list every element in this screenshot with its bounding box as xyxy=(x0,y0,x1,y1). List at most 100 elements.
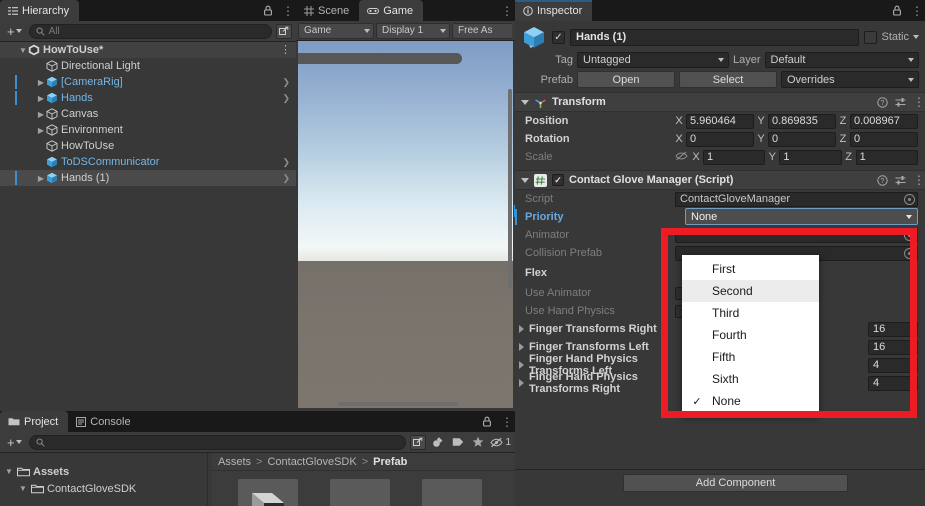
hierarchy-search-jump-button[interactable] xyxy=(276,23,292,39)
chevron-down-icon[interactable]: ▼ xyxy=(18,484,28,493)
kebab-menu-icon[interactable]: ⋮ xyxy=(282,5,294,17)
asset-thumbnail-cube[interactable] xyxy=(238,479,298,506)
project-folder-tree[interactable]: ▼ Assets ▼ ContactGloveSDK xyxy=(0,453,205,506)
priority-option-sixth[interactable]: Sixth xyxy=(682,368,819,390)
prefab-overrides-dropdown[interactable]: Overrides xyxy=(781,71,919,88)
tab-project[interactable]: Project xyxy=(0,411,69,432)
game-display-dropdown[interactable]: Display 1 xyxy=(376,22,450,39)
asset-grid[interactable] xyxy=(212,471,515,506)
transform-scale-x-input[interactable]: 1 xyxy=(703,149,766,165)
hierarchy-item-canvas[interactable]: ▶ Canvas xyxy=(0,106,296,122)
hierarchy-item-todscommunicator[interactable]: ToDSCommunicator ❯ xyxy=(0,154,296,170)
chevron-down-icon[interactable]: ▼ xyxy=(18,46,28,55)
game-aspect-dropdown[interactable]: Free As xyxy=(452,22,512,39)
hierarchy-item-environment[interactable]: ▶ Environment xyxy=(0,122,296,138)
priority-option-third[interactable]: Third xyxy=(682,302,819,324)
kebab-menu-icon[interactable]: ⋮ xyxy=(501,416,513,428)
hierarchy-tree[interactable]: ▼ HowToUse* ⋮ Directional Light ▶ [CameraRig]… xyxy=(0,42,296,411)
chevron-right-icon[interactable] xyxy=(519,325,524,333)
hierarchy-item-directional-light[interactable]: Directional Light xyxy=(0,58,296,74)
object-picker-icon[interactable] xyxy=(904,229,915,241)
layer-dropdown[interactable]: Default xyxy=(764,51,919,68)
prefab-open-button[interactable]: Open xyxy=(577,71,675,88)
project-search-input[interactable] xyxy=(28,434,407,450)
priority-dropdown-popup[interactable]: First Second Third Fourth Fifth Sixth ✓ None xyxy=(682,255,819,415)
prefab-select-button[interactable]: Select xyxy=(679,71,777,88)
chevron-right-icon[interactable]: ❯ xyxy=(282,77,290,88)
project-tree-item-assets[interactable]: ▼ Assets xyxy=(0,463,205,480)
hidden-packages-toggle[interactable]: 1 xyxy=(490,437,511,448)
priority-option-fourth[interactable]: Fourth xyxy=(682,324,819,346)
static-checkbox[interactable] xyxy=(864,30,878,44)
priority-option-none[interactable]: ✓ None xyxy=(682,390,819,412)
help-icon[interactable]: ? xyxy=(877,96,888,108)
chevron-down-icon[interactable] xyxy=(521,177,529,183)
project-tree-item-contactglovesdk[interactable]: ▼ ContactGloveSDK xyxy=(0,480,205,497)
kebab-menu-icon[interactable]: ⋮ xyxy=(913,174,925,186)
constrain-proportions-icon[interactable] xyxy=(675,151,688,164)
add-component-button[interactable]: Add Component xyxy=(623,474,848,492)
script-enabled-checkbox[interactable]: ✓ xyxy=(552,174,564,186)
chevron-right-icon[interactable]: ▶ xyxy=(36,174,46,183)
transform-position-z-input[interactable]: 0.008967 xyxy=(850,113,918,129)
priority-option-fifth[interactable]: Fifth xyxy=(682,346,819,368)
kebab-menu-icon[interactable]: ⋮ xyxy=(911,5,923,17)
transform-rotation-y-input[interactable]: 0 xyxy=(768,131,836,147)
transform-component-header[interactable]: Transform ? ⋮ xyxy=(515,92,925,112)
animator-object-field[interactable] xyxy=(675,227,918,243)
chevron-right-icon[interactable]: ❯ xyxy=(282,93,290,104)
object-picker-icon[interactable] xyxy=(904,193,915,205)
preset-icon[interactable] xyxy=(895,175,906,186)
favorite-star-icon[interactable] xyxy=(470,436,486,448)
chevron-down-icon[interactable] xyxy=(521,99,529,105)
chevron-right-icon[interactable] xyxy=(519,361,524,369)
hierarchy-item-howtouse[interactable]: HowToUse xyxy=(0,138,296,154)
tab-console[interactable]: Console xyxy=(68,411,141,432)
tab-game[interactable]: Game xyxy=(359,0,424,21)
transform-position-x-input[interactable]: 5.960464 xyxy=(686,113,754,129)
hierarchy-item-hands[interactable]: ▶ Hands ❯ xyxy=(0,90,296,106)
game-view-mode-dropdown[interactable]: Game xyxy=(298,22,374,39)
breadcrumb[interactable]: Assets > ContactGloveSDK > Prefab xyxy=(212,453,515,471)
finger-transforms-right-size-input[interactable]: 16 xyxy=(868,321,918,337)
chevron-down-icon[interactable] xyxy=(913,35,919,39)
object-picker-icon[interactable] xyxy=(904,247,915,259)
script-component-header[interactable]: ✓ Contact Glove Manager (Script) ? ⋮ xyxy=(515,170,925,190)
project-search-jump-button[interactable] xyxy=(410,434,427,450)
breadcrumb-item-assets[interactable]: Assets xyxy=(218,456,251,468)
project-splitter[interactable] xyxy=(207,453,208,506)
hierarchy-search-input[interactable]: All xyxy=(28,23,272,39)
chevron-right-icon[interactable]: ▶ xyxy=(36,126,46,135)
gameobject-name-input[interactable]: Hands (1) xyxy=(570,28,860,46)
chevron-right-icon[interactable] xyxy=(519,343,524,351)
transform-scale-z-input[interactable]: 1 xyxy=(855,149,918,165)
priority-dropdown[interactable]: None xyxy=(685,208,918,225)
chevron-right-icon[interactable]: ❯ xyxy=(282,173,290,184)
breadcrumb-item-prefab[interactable]: Prefab xyxy=(373,456,407,468)
label-filter-icon[interactable] xyxy=(450,437,466,447)
transform-scale-y-input[interactable]: 1 xyxy=(779,149,842,165)
finger-transforms-left-size-input[interactable]: 16 xyxy=(868,339,918,355)
hierarchy-item-howtouse[interactable]: ▼ HowToUse* ⋮ xyxy=(0,42,296,58)
lock-icon[interactable] xyxy=(892,5,902,16)
chevron-right-icon[interactable]: ▶ xyxy=(36,78,46,87)
preset-icon[interactable] xyxy=(895,97,906,108)
script-object-field[interactable]: ContactGloveManager xyxy=(675,191,918,207)
chevron-right-icon[interactable]: ▶ xyxy=(36,110,46,119)
asset-thumbnail-sphere[interactable] xyxy=(422,479,482,506)
tab-scene[interactable]: Scene xyxy=(296,0,360,21)
chevron-down-icon[interactable]: ▼ xyxy=(4,467,14,476)
asset-type-filter-icon[interactable] xyxy=(430,436,446,448)
gameobject-active-checkbox[interactable]: ✓ xyxy=(552,30,565,44)
transform-position-y-input[interactable]: 0.869835 xyxy=(768,113,836,129)
help-icon[interactable]: ? xyxy=(877,174,888,186)
transform-rotation-z-input[interactable]: 0 xyxy=(850,131,918,147)
transform-rotation-x-input[interactable]: 0 xyxy=(686,131,754,147)
hierarchy-item-hands-1[interactable]: ▶ Hands (1) ❯ xyxy=(0,170,296,186)
tab-hierarchy[interactable]: Hierarchy xyxy=(0,0,80,21)
breadcrumb-item-contactglovesdk[interactable]: ContactGloveSDK xyxy=(267,456,356,468)
chevron-right-icon[interactable]: ❯ xyxy=(282,157,290,168)
finger-hand-physics-transforms-right-size-input[interactable]: 4 xyxy=(868,375,918,391)
chevron-right-icon[interactable]: ▶ xyxy=(36,94,46,103)
finger-hand-physics-transforms-left-size-input[interactable]: 4 xyxy=(868,357,918,373)
